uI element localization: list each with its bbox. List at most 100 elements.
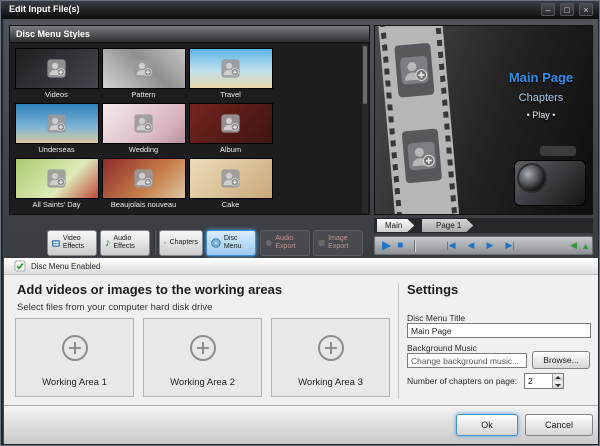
- play-icon[interactable]: ▶: [379, 237, 394, 254]
- styles-grid: Videos Pattern Travel Underseas: [11, 44, 361, 213]
- working-area-2[interactable]: Working Area 2: [143, 318, 262, 397]
- title-bar[interactable]: Edit Input File(s) – □ ×: [1, 1, 599, 19]
- camcorder-viewfinder: [540, 146, 576, 156]
- audio-effects-button[interactable]: ♪ Audio Effects: [100, 230, 150, 256]
- style-thumbnail-label: Cake: [189, 199, 273, 210]
- disc-menu-label: Disc Menu: [224, 235, 251, 251]
- person-plus-icon: [221, 114, 240, 133]
- styles-panel-header: Disc Menu Styles: [10, 26, 369, 43]
- film-frame: [394, 43, 434, 98]
- style-thumbnail-album[interactable]: Album: [189, 103, 273, 155]
- music-note-icon: ♪: [105, 237, 111, 250]
- chapters-count-input[interactable]: [525, 374, 552, 388]
- spinner-up-icon[interactable]: [553, 374, 563, 381]
- style-thumbnail-carnival[interactable]: Carnival: [102, 213, 186, 214]
- styles-scrollbar[interactable]: [362, 44, 368, 213]
- disc-menu-enabled-label: Disc Menu Enabled: [31, 262, 100, 271]
- chapters-count-label: Number of chapters on page:: [407, 376, 517, 386]
- style-thumbnail-label: Album: [189, 144, 273, 155]
- video-effects-button[interactable]: Video Effects: [47, 230, 97, 256]
- style-thumbnail-travel[interactable]: Travel: [189, 48, 273, 100]
- window-controls: – □ ×: [541, 3, 593, 16]
- image-export-icon: [318, 238, 325, 248]
- expand-left-icon[interactable]: ◀: [568, 240, 579, 251]
- person-plus-icon: [134, 169, 153, 188]
- style-thumbnail-label: All Saints' Day: [15, 199, 99, 210]
- style-thumbnail-beaujolais[interactable]: Beaujolais nouveau: [102, 158, 186, 210]
- style-thumbnail-image: [102, 48, 186, 89]
- step-back-icon[interactable]: ◀: [465, 237, 478, 254]
- film-frame: [402, 128, 442, 183]
- chapters-button[interactable]: Chapters: [159, 230, 203, 256]
- person-plus-icon: [47, 114, 66, 133]
- working-area-3[interactable]: Working Area 3: [271, 318, 390, 397]
- footer-bar: Ok Cancel: [4, 405, 598, 444]
- minimize-button[interactable]: –: [541, 3, 555, 16]
- person-plus-icon: [221, 59, 240, 78]
- tab-page-1[interactable]: Page 1: [422, 219, 473, 232]
- person-plus-icon: [407, 141, 437, 171]
- menu-preview-text: Main Page Chapters • Play •: [493, 70, 589, 120]
- spinner-down-icon[interactable]: [553, 381, 563, 388]
- audio-export-button-disabled: Audio Export: [260, 230, 310, 256]
- menu-preview: Main Page Chapters • Play •: [374, 25, 593, 215]
- camcorder-lens: [517, 163, 547, 193]
- working-areas-subheading: Select files from your computer hard dis…: [17, 302, 212, 313]
- stop-icon[interactable]: ■: [394, 237, 406, 254]
- menu-play-text[interactable]: • Play •: [493, 110, 589, 120]
- style-thumbnail-all-saints-day[interactable]: All Saints' Day: [15, 158, 99, 210]
- disc-menu-title-label: Disc Menu Title: [407, 313, 465, 323]
- style-thumbnail-label: Underseas: [15, 144, 99, 155]
- person-plus-icon: [221, 169, 240, 188]
- chapter-navigation: |◀ ◀ ▶ ▶|: [443, 237, 517, 254]
- style-thumbnail-cappuccino[interactable]: Cappuccino: [15, 213, 99, 214]
- menu-chapters-text[interactable]: Chapters: [493, 92, 589, 104]
- skip-to-end-icon[interactable]: ▶|: [502, 237, 517, 254]
- style-thumbnail-image: [15, 103, 99, 144]
- style-thumbnail-image: [189, 158, 273, 199]
- styles-scrollbar-thumb[interactable]: [363, 46, 367, 104]
- chapters-count-spinner: [524, 373, 564, 389]
- style-thumbnail-videos[interactable]: Videos: [15, 48, 99, 100]
- menu-title-text[interactable]: Main Page: [493, 70, 589, 85]
- step-forward-icon[interactable]: ▶: [483, 237, 496, 254]
- page-tab-bar: Main Page 1: [374, 218, 593, 233]
- style-thumbnail-label: Videos: [15, 89, 99, 100]
- person-plus-icon: [134, 114, 153, 133]
- skip-to-start-icon[interactable]: |◀: [443, 237, 458, 254]
- working-area-label: Working Area 1: [16, 377, 133, 388]
- cancel-button[interactable]: Cancel: [525, 414, 593, 436]
- disc-menu-button[interactable]: Disc Menu: [206, 230, 256, 256]
- camcorder-graphic: [498, 146, 588, 210]
- playback-separator: [414, 240, 415, 252]
- style-thumbnail-wedding[interactable]: Wedding: [102, 103, 186, 155]
- disc-menu-enabled-bar: Disc Menu Enabled: [4, 258, 598, 275]
- background-music-label: Background Music: [407, 343, 477, 353]
- person-plus-icon: [47, 169, 66, 188]
- add-files-icon: [190, 335, 216, 361]
- audio-export-icon: [265, 238, 272, 248]
- toolbar-separator: [154, 231, 155, 255]
- style-thumbnail-child[interactable]: Child: [189, 213, 273, 214]
- working-area-label: Working Area 3: [272, 377, 389, 388]
- window-title: Edit Input File(s): [9, 4, 80, 14]
- ok-button[interactable]: Ok: [456, 414, 518, 436]
- browse-button[interactable]: Browse...: [532, 351, 590, 369]
- style-thumbnail-underseas[interactable]: Underseas: [15, 103, 99, 155]
- flag-icon: [164, 238, 167, 248]
- expand-up-icon[interactable]: ▲: [579, 241, 592, 251]
- disc-icon: [211, 237, 221, 249]
- maximize-button[interactable]: □: [560, 3, 574, 16]
- chapters-label: Chapters: [170, 239, 198, 247]
- close-button[interactable]: ×: [579, 3, 593, 16]
- working-area-1[interactable]: Working Area 1: [15, 318, 134, 397]
- disc-menu-title-input[interactable]: [407, 323, 591, 338]
- style-thumbnail-cake[interactable]: Cake: [189, 158, 273, 210]
- style-thumbnail-image: [189, 213, 273, 214]
- style-thumbnail-image: [189, 48, 273, 89]
- tab-main[interactable]: Main: [377, 219, 414, 232]
- person-plus-icon: [134, 59, 153, 78]
- background-music-input[interactable]: [407, 353, 527, 368]
- style-thumbnail-pattern[interactable]: Pattern: [102, 48, 186, 100]
- spinner-buttons: [552, 374, 563, 388]
